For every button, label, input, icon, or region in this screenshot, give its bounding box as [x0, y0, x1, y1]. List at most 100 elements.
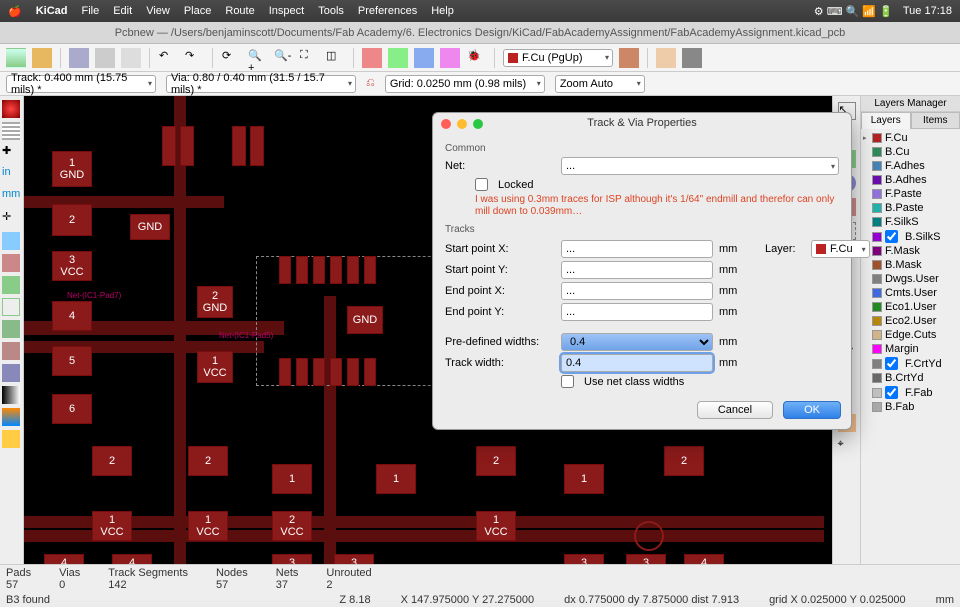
tracks-label: Tracks	[445, 224, 839, 235]
status-mm: mm	[936, 594, 954, 606]
track-via-properties-dialog: Track & Via Properties Common Net: ... L…	[432, 112, 852, 430]
pad-fill-icon[interactable]	[2, 320, 20, 338]
tab-layers[interactable]: Layers	[861, 112, 911, 129]
layer-row-Dwgs.User[interactable]: Dwgs.User	[863, 272, 958, 286]
cursor-style-icon[interactable]: ✛	[2, 210, 20, 228]
track-width-input[interactable]	[561, 354, 713, 372]
zoom-out-icon[interactable]: 🔍-	[273, 48, 293, 68]
layer-row-B.Cu[interactable]: B.Cu	[863, 145, 958, 159]
menubar-clock[interactable]: Tue 17:18	[903, 5, 952, 17]
grid-icon[interactable]	[2, 122, 20, 140]
layer-row-Margin[interactable]: Margin	[863, 342, 958, 356]
layer-row-Eco1.User[interactable]: Eco1.User	[863, 300, 958, 314]
zones-outline-icon[interactable]	[2, 298, 20, 316]
cancel-button[interactable]: Cancel	[697, 401, 773, 419]
layer-row-B.Adhes[interactable]: B.Adhes	[863, 173, 958, 187]
layer-row-F.Fab[interactable]: F.Fab	[863, 385, 958, 400]
layer-row-F.SilkS[interactable]: F.SilkS	[863, 215, 958, 229]
via-size-combo[interactable]: Via: 0.80 / 0.40 mm (31.5 / 15.7 mils) *	[166, 75, 356, 93]
apple-icon[interactable]: 🍎	[8, 5, 22, 18]
zoom-combo[interactable]: Zoom Auto	[555, 75, 645, 93]
microwave-icon[interactable]	[2, 430, 20, 448]
locked-label: Locked	[498, 179, 533, 191]
footprint-icon[interactable]	[362, 48, 382, 68]
via-fill-icon[interactable]	[2, 342, 20, 360]
plot-icon[interactable]	[121, 48, 141, 68]
menu-preferences[interactable]: Preferences	[358, 5, 417, 17]
tab-items[interactable]: Items	[911, 112, 960, 129]
status-z: Z 8.18	[339, 594, 370, 606]
mm-icon[interactable]: mm	[2, 188, 20, 206]
dialog-title: Track & Via Properties	[587, 117, 696, 129]
zoom-in-icon[interactable]: 🔍+	[247, 48, 267, 68]
new-icon[interactable]	[6, 48, 26, 68]
layer-selector[interactable]: F.Cu (PgUp)	[503, 49, 613, 67]
zoom-fit-icon[interactable]: ⛶	[299, 48, 319, 68]
autotrack-icon[interactable]: ⎌	[366, 77, 375, 90]
menu-inspect[interactable]: Inspect	[269, 5, 304, 17]
ratsnest-icon[interactable]	[2, 232, 20, 250]
menu-view[interactable]: View	[146, 5, 170, 17]
layer-row-Eco2.User[interactable]: Eco2.User	[863, 314, 958, 328]
inches-icon[interactable]: in	[2, 166, 20, 184]
layer-row-B.Fab[interactable]: B.Fab	[863, 400, 958, 414]
open-icon[interactable]	[32, 48, 52, 68]
use-netclass-checkbox[interactable]	[561, 375, 574, 388]
layer-row-B.CrtYd[interactable]: B.CrtYd	[863, 371, 958, 385]
layer-row-F.Paste[interactable]: F.Paste	[863, 187, 958, 201]
layers-toolbar-icon[interactable]	[2, 408, 20, 426]
layer-row-F.Adhes[interactable]: F.Adhes	[863, 159, 958, 173]
polar-icon[interactable]: ✚	[2, 144, 20, 162]
menu-help[interactable]: Help	[431, 5, 454, 17]
layer-row-B.Paste[interactable]: B.Paste	[863, 201, 958, 215]
net-combo[interactable]: ...	[561, 157, 839, 175]
menubar-app[interactable]: KiCad	[36, 5, 68, 17]
redo-icon[interactable]: ↷	[184, 48, 204, 68]
end-y-input[interactable]	[561, 303, 713, 321]
bug-icon[interactable]: 🐞	[466, 48, 486, 68]
menu-tools[interactable]: Tools	[318, 5, 344, 17]
menu-edit[interactable]: Edit	[113, 5, 132, 17]
menu-file[interactable]: File	[81, 5, 99, 17]
layer-row-Cmts.User[interactable]: Cmts.User	[863, 286, 958, 300]
end-x-input[interactable]	[561, 282, 713, 300]
layers-panel-title: Layers Manager	[861, 96, 960, 112]
layer-row-F.Cu[interactable]: ▸F.Cu	[863, 131, 958, 145]
layer-row-B.SilkS[interactable]: B.SilkS	[863, 229, 958, 244]
locked-checkbox[interactable]	[475, 178, 488, 191]
display-options-icon[interactable]	[2, 100, 20, 118]
undo-icon[interactable]: ↶	[158, 48, 178, 68]
contrast-icon[interactable]	[2, 386, 20, 404]
print-icon[interactable]	[95, 48, 115, 68]
menu-place[interactable]: Place	[184, 5, 212, 17]
autodelete-icon[interactable]	[2, 254, 20, 272]
zoom-redraw-icon[interactable]: ⟳	[221, 48, 241, 68]
module-icon[interactable]	[388, 48, 408, 68]
render-icon[interactable]	[656, 48, 676, 68]
menu-route[interactable]: Route	[225, 5, 254, 17]
script-icon[interactable]	[619, 48, 639, 68]
zoom-selection-icon[interactable]: ◫	[325, 48, 345, 68]
layer-combo[interactable]: F.Cu	[811, 240, 870, 258]
window-titlebar: Pcbnew — /Users/benjaminscott/Documents/…	[0, 22, 960, 44]
layer-row-B.Mask[interactable]: B.Mask	[863, 258, 958, 272]
track-fill-icon[interactable]	[2, 364, 20, 382]
status-dxy: dx 0.775000 dy 7.875000 dist 7.913	[564, 594, 739, 606]
traffic-lights[interactable]	[441, 119, 483, 129]
zones-icon[interactable]	[2, 276, 20, 294]
layer-row-F.CrtYd[interactable]: F.CrtYd	[863, 356, 958, 371]
start-y-input[interactable]	[561, 261, 713, 279]
board-icon[interactable]	[682, 48, 702, 68]
start-x-input[interactable]	[561, 240, 713, 258]
layer-row-F.Mask[interactable]: F.Mask	[863, 244, 958, 258]
grid-origin-icon[interactable]: ⌖	[838, 438, 856, 456]
layer-row-Edge.Cuts[interactable]: Edge.Cuts	[863, 328, 958, 342]
status-found: B3 found	[6, 594, 50, 606]
drc-icon[interactable]	[440, 48, 460, 68]
save-icon[interactable]	[69, 48, 89, 68]
predefined-width-select[interactable]: 0.4	[561, 333, 713, 351]
grid-combo[interactable]: Grid: 0.0250 mm (0.98 mils)	[385, 75, 545, 93]
ok-button[interactable]: OK	[783, 401, 841, 419]
track-width-combo[interactable]: Track: 0.400 mm (15.75 mils) *	[6, 75, 156, 93]
netlist-icon[interactable]	[414, 48, 434, 68]
